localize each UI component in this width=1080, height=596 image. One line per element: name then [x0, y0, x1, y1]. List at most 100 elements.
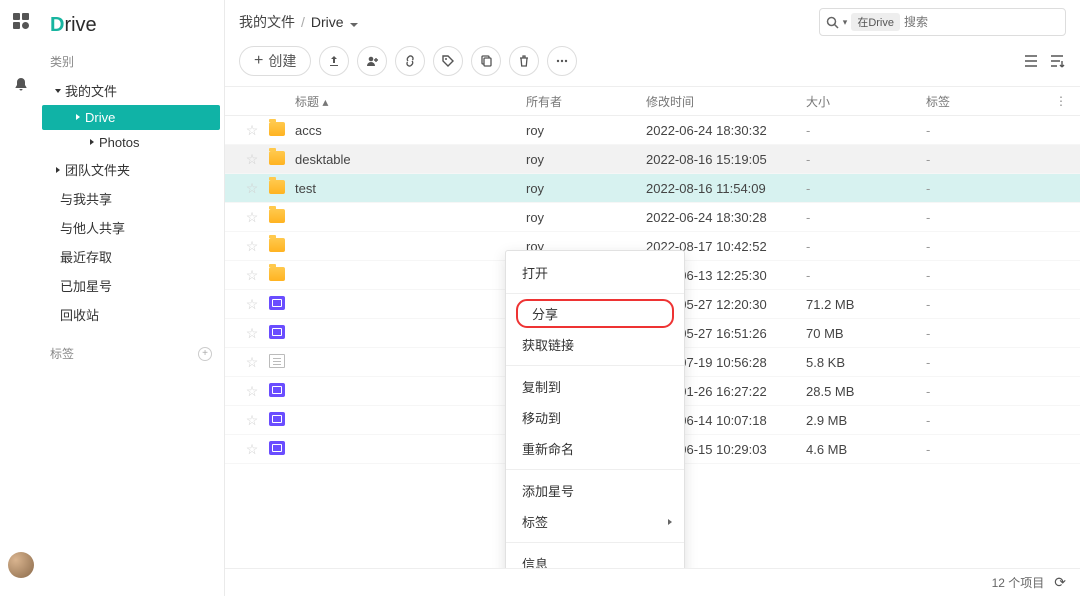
- sidebar-item-trash[interactable]: 回收站: [42, 300, 224, 329]
- star-icon[interactable]: ☆: [235, 209, 269, 226]
- table-row[interactable]: ☆roy2022-06-24 18:30:28--: [225, 203, 1080, 232]
- breadcrumb-current[interactable]: Drive: [311, 14, 359, 30]
- image-icon: [269, 412, 285, 426]
- app-rail: [0, 0, 42, 596]
- ctx-share[interactable]: 分享: [516, 299, 674, 328]
- sidebar-section-label: 类别: [42, 51, 224, 76]
- file-tags: -: [926, 239, 1046, 254]
- copy-button[interactable]: [471, 46, 501, 76]
- logo: Drive: [42, 10, 224, 51]
- link-button[interactable]: [395, 46, 425, 76]
- star-icon[interactable]: ☆: [235, 441, 269, 458]
- sidebar-item-shared-by-me[interactable]: 与他人共享: [42, 213, 224, 242]
- image-icon: [269, 296, 285, 310]
- more-button[interactable]: [547, 46, 577, 76]
- search-box[interactable]: ▾ 在Drive: [819, 8, 1066, 36]
- chevron-right-icon: [56, 167, 60, 173]
- sidebar-item-photos[interactable]: Photos: [42, 130, 224, 155]
- star-icon[interactable]: ☆: [235, 238, 269, 255]
- col-size[interactable]: 大小: [806, 93, 926, 110]
- folder-icon: [269, 267, 285, 281]
- breadcrumb-sep: /: [301, 14, 305, 30]
- file-size: 71.2 MB: [806, 297, 926, 312]
- col-owner[interactable]: 所有者: [526, 93, 646, 110]
- star-icon[interactable]: ☆: [235, 325, 269, 342]
- file-size: -: [806, 210, 926, 225]
- breadcrumb: 我的文件 / Drive: [239, 12, 358, 32]
- folder-icon: [269, 209, 285, 223]
- file-size: -: [806, 123, 926, 138]
- sidebar-item-shared-with-me[interactable]: 与我共享: [42, 184, 224, 213]
- create-button[interactable]: +创建: [239, 46, 311, 76]
- sidebar-item-drive[interactable]: Drive: [42, 105, 220, 130]
- bell-icon[interactable]: [12, 76, 30, 94]
- ctx-info[interactable]: 信息: [506, 548, 684, 568]
- view-list-button[interactable]: [1022, 52, 1040, 70]
- chevron-right-icon: [76, 114, 80, 120]
- sidebar-item-recent[interactable]: 最近存取: [42, 242, 224, 271]
- sidebar-item-starred[interactable]: 已加星号: [42, 271, 224, 300]
- ctx-tags[interactable]: 标签: [506, 506, 684, 537]
- file-tags: -: [926, 297, 1046, 312]
- star-icon[interactable]: ☆: [235, 122, 269, 139]
- ctx-get-link[interactable]: 获取链接: [506, 329, 684, 360]
- folder-icon: [269, 122, 285, 136]
- ctx-rename[interactable]: 重新命名: [506, 433, 684, 464]
- file-size: -: [806, 239, 926, 254]
- chevron-down-icon[interactable]: ▾: [843, 17, 848, 28]
- star-icon[interactable]: ☆: [235, 151, 269, 168]
- file-tags: -: [926, 123, 1046, 138]
- main: 我的文件 / Drive ▾ 在Drive +创建: [224, 0, 1080, 596]
- star-icon[interactable]: ☆: [235, 354, 269, 371]
- add-user-button[interactable]: [357, 46, 387, 76]
- avatar[interactable]: [8, 552, 34, 578]
- table-row[interactable]: ☆testroy2022-08-16 11:54:09--: [225, 174, 1080, 203]
- file-table: 标题 ▴ 所有者 修改时间 大小 标签 ⋮ ☆accsroy2022-06-24…: [225, 86, 1080, 568]
- table-row[interactable]: ☆accsroy2022-06-24 18:30:32--: [225, 116, 1080, 145]
- file-size: 5.8 KB: [806, 355, 926, 370]
- tag-button[interactable]: [433, 46, 463, 76]
- sidebar-item-myfiles[interactable]: 我的文件: [42, 76, 224, 105]
- file-owner: roy: [526, 181, 646, 196]
- ctx-open[interactable]: 打开: [506, 257, 684, 288]
- col-title[interactable]: 标题 ▴: [295, 93, 526, 110]
- file-tags: -: [926, 384, 1046, 399]
- add-label-button[interactable]: +: [198, 347, 212, 361]
- star-icon[interactable]: ☆: [235, 383, 269, 400]
- sidebar-item-team[interactable]: 团队文件夹: [42, 155, 224, 184]
- folder-icon: [269, 238, 285, 252]
- search-input[interactable]: [904, 15, 1059, 29]
- sidebar: Drive 类别 我的文件 Drive Photos 团队文件夹 与我共享 与他…: [42, 0, 224, 596]
- file-size: 70 MB: [806, 326, 926, 341]
- file-modified: 2022-08-16 15:19:05: [646, 152, 806, 167]
- star-icon[interactable]: ☆: [235, 296, 269, 313]
- toolbar: +创建: [225, 46, 1080, 86]
- col-tags[interactable]: 标签: [926, 93, 1046, 110]
- table-row[interactable]: ☆desktableroy2022-08-16 15:19:05--: [225, 145, 1080, 174]
- file-size: 28.5 MB: [806, 384, 926, 399]
- ctx-copy-to[interactable]: 复制到: [506, 371, 684, 402]
- image-icon: [269, 383, 285, 397]
- file-modified: 2022-08-16 11:54:09: [646, 181, 806, 196]
- apps-icon[interactable]: [12, 12, 30, 30]
- plus-icon: +: [254, 52, 263, 70]
- item-count: 12 个项目: [992, 574, 1045, 591]
- chevron-down-icon: [350, 23, 358, 27]
- star-icon[interactable]: ☆: [235, 180, 269, 197]
- breadcrumb-root[interactable]: 我的文件: [239, 12, 295, 32]
- ctx-move-to[interactable]: 移动到: [506, 402, 684, 433]
- delete-button[interactable]: [509, 46, 539, 76]
- star-icon[interactable]: ☆: [235, 267, 269, 284]
- ctx-star[interactable]: 添加星号: [506, 475, 684, 506]
- folder-icon: [269, 151, 285, 165]
- file-modified: 2022-06-24 18:30:32: [646, 123, 806, 138]
- upload-button[interactable]: [319, 46, 349, 76]
- file-owner: roy: [526, 152, 646, 167]
- refresh-icon[interactable]: ⟳: [1054, 574, 1066, 591]
- star-icon[interactable]: ☆: [235, 412, 269, 429]
- search-scope[interactable]: 在Drive: [851, 13, 900, 31]
- col-more-icon[interactable]: ⋮: [1046, 94, 1076, 108]
- col-modified[interactable]: 修改时间: [646, 93, 806, 110]
- view-sort-button[interactable]: [1048, 52, 1066, 70]
- file-tags: -: [926, 181, 1046, 196]
